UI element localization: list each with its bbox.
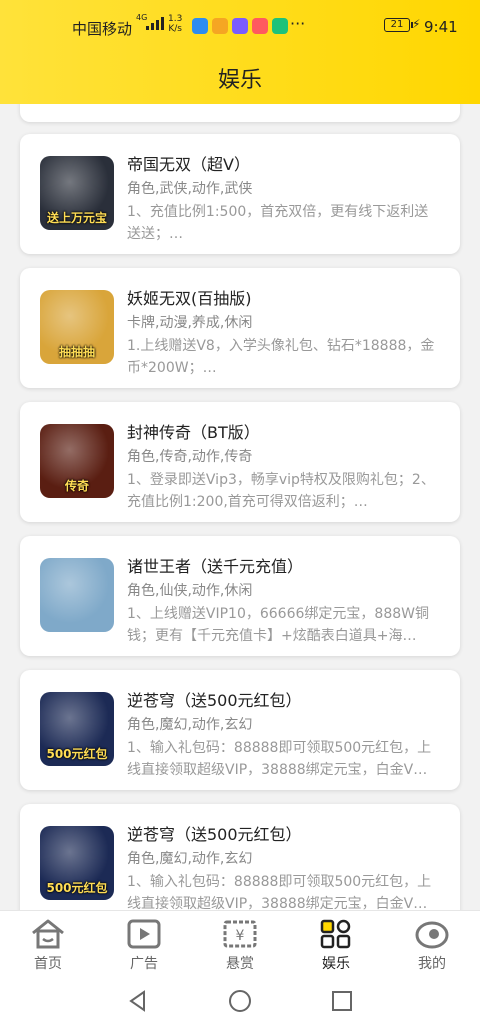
app-notification-icon bbox=[232, 18, 248, 34]
game-tags: 卡牌,动漫,养成,休闲 bbox=[127, 315, 253, 331]
game-thumbnail[interactable]: 传奇 bbox=[40, 424, 114, 498]
battery-icon: 21 bbox=[384, 18, 413, 32]
system-nav-bar bbox=[0, 976, 480, 1027]
game-description: 1、输入礼包码：88888即可领取500元红包，上线直接领取超级VIP，3888… bbox=[127, 740, 432, 778]
network-speed-unit: K/s bbox=[168, 24, 182, 34]
signal-icon bbox=[146, 16, 164, 30]
tab-label: 首页 bbox=[34, 956, 62, 972]
home-circle-icon[interactable] bbox=[228, 989, 252, 1013]
game-title: 帝国无双（超V） bbox=[127, 155, 250, 174]
bottom-tab-bar: 首页 广告 ¥ 悬赏 娱乐 我的 bbox=[0, 910, 480, 976]
tab-label: 悬赏 bbox=[226, 956, 254, 972]
thumbnail-caption: 抽抽抽 bbox=[58, 345, 95, 359]
game-title: 逆苍穹（送500元红包） bbox=[127, 825, 302, 844]
game-card[interactable]: 500元红包 逆苍穹（送500元红包） 角色,魔幻,动作,玄幻 1、输入礼包码：888… bbox=[20, 670, 460, 790]
game-title: 逆苍穹（送500元红包） bbox=[127, 691, 302, 710]
game-tags: 角色,武侠,动作,武侠 bbox=[127, 181, 253, 197]
game-card[interactable]: 送上万元宝 帝国无双（超V） 角色,武侠,动作,武侠 1、充值比例1:500，首充双倍… bbox=[20, 134, 460, 254]
back-icon[interactable] bbox=[126, 989, 150, 1013]
tab-entertainment[interactable]: 娱乐 bbox=[288, 911, 384, 977]
game-card[interactable]: 500元红包 逆苍穹（送500元红包） 角色,魔幻,动作,玄幻 1、输入礼包码：888… bbox=[20, 804, 460, 910]
game-description: 1、登录即送Vip3，畅享vip特权及限购礼包；2、充值比例1:200,首充可得… bbox=[127, 472, 435, 510]
game-card[interactable]: 诸世王者（送千元充值） 角色,仙侠,动作,休闲 1、上线赠送VIP10，66666绑… bbox=[20, 536, 460, 656]
game-card[interactable]: 抽抽抽 妖姬无双(百抽版) 卡牌,动漫,养成,休闲 1.上线赠送V8，入学头像礼包、钻… bbox=[20, 268, 460, 388]
battery-level: 21 bbox=[390, 19, 404, 30]
tab-label: 我的 bbox=[418, 956, 446, 972]
game-thumbnail[interactable]: 500元红包 bbox=[40, 692, 114, 766]
app-notification-icon bbox=[272, 18, 288, 34]
tab-reward[interactable]: ¥ 悬赏 bbox=[192, 911, 288, 977]
game-thumbnail[interactable] bbox=[40, 558, 114, 632]
page-title: 娱乐 bbox=[217, 68, 262, 93]
game-thumbnail[interactable]: 送上万元宝 bbox=[40, 156, 114, 230]
more-notifications-icon: ··· bbox=[290, 14, 306, 33]
thumbnail-caption: 传奇 bbox=[64, 479, 89, 493]
network-speed-value: 1.3 bbox=[168, 14, 183, 24]
carrier-name: 中国移动 bbox=[72, 20, 133, 38]
tab-label: 广告 bbox=[130, 956, 158, 972]
recent-apps-icon[interactable] bbox=[330, 989, 354, 1013]
home-icon bbox=[32, 919, 64, 949]
charging-icon: ⚡ bbox=[412, 17, 421, 31]
thumbnail-caption: 送上万元宝 bbox=[46, 211, 107, 225]
game-card[interactable]: 传奇 封神传奇（BT版） 角色,传奇,动作,传奇 1、登录即送Vip3，畅享vip特权… bbox=[20, 402, 460, 522]
game-title: 封神传奇（BT版） bbox=[127, 423, 260, 442]
game-tags: 角色,仙侠,动作,休闲 bbox=[127, 583, 253, 599]
game-thumbnail[interactable]: 抽抽抽 bbox=[40, 290, 114, 364]
clock: 9:41 bbox=[424, 18, 458, 36]
thumbnail-caption: 500元红包 bbox=[46, 881, 108, 895]
tab-label: 娱乐 bbox=[322, 956, 350, 972]
game-description: 1、输入礼包码：88888即可领取500元红包，上线直接领取超级VIP，3888… bbox=[127, 874, 432, 910]
svg-text:¥: ¥ bbox=[236, 928, 245, 944]
status-bar: 中国移动 4G 1.3 K/s ··· 21 ⚡ 9:41 bbox=[0, 12, 480, 42]
notification-icons bbox=[192, 18, 288, 34]
game-list[interactable]: 送上万元宝 帝国无双（超V） 角色,武侠,动作,武侠 1、充值比例1:500，首充双倍… bbox=[0, 104, 480, 910]
game-tags: 角色,传奇,动作,传奇 bbox=[127, 449, 253, 465]
reward-ticket-icon: ¥ bbox=[223, 920, 257, 948]
tab-home[interactable]: 首页 bbox=[0, 911, 96, 977]
game-title: 妖姬无双(百抽版) bbox=[127, 289, 252, 308]
game-tags: 角色,魔幻,动作,玄幻 bbox=[127, 851, 253, 867]
thumbnail-caption: 500元红包 bbox=[46, 747, 108, 761]
game-description: 1、充值比例1:500，首充双倍，更有线下返利送送送；… bbox=[127, 204, 429, 242]
app-notification-icon bbox=[192, 18, 208, 34]
game-description: 1.上线赠送V8，入学头像礼包、钻石*18888，金币*200W；… bbox=[127, 338, 435, 376]
game-card-partial[interactable] bbox=[20, 104, 460, 122]
app-notification-icon bbox=[212, 18, 228, 34]
game-title: 诸世王者（送千元充值） bbox=[127, 557, 304, 576]
game-tags: 角色,魔幻,动作,玄幻 bbox=[127, 717, 253, 733]
network-speed: 1.3 K/s bbox=[168, 14, 182, 34]
app-notification-icon bbox=[252, 18, 268, 34]
tab-mine[interactable]: 我的 bbox=[384, 911, 480, 977]
game-description: 1、上线赠送VIP10，66666绑定元宝，888W铜钱；更有【千元充值卡】+炫… bbox=[127, 606, 429, 644]
video-play-icon bbox=[127, 919, 161, 949]
profile-icon bbox=[415, 921, 449, 949]
grid-apps-icon bbox=[320, 919, 351, 949]
app-header: 中国移动 4G 1.3 K/s ··· 21 ⚡ 9:41 娱乐 bbox=[0, 0, 480, 104]
tab-ads[interactable]: 广告 bbox=[96, 911, 192, 977]
game-thumbnail[interactable]: 500元红包 bbox=[40, 826, 114, 900]
